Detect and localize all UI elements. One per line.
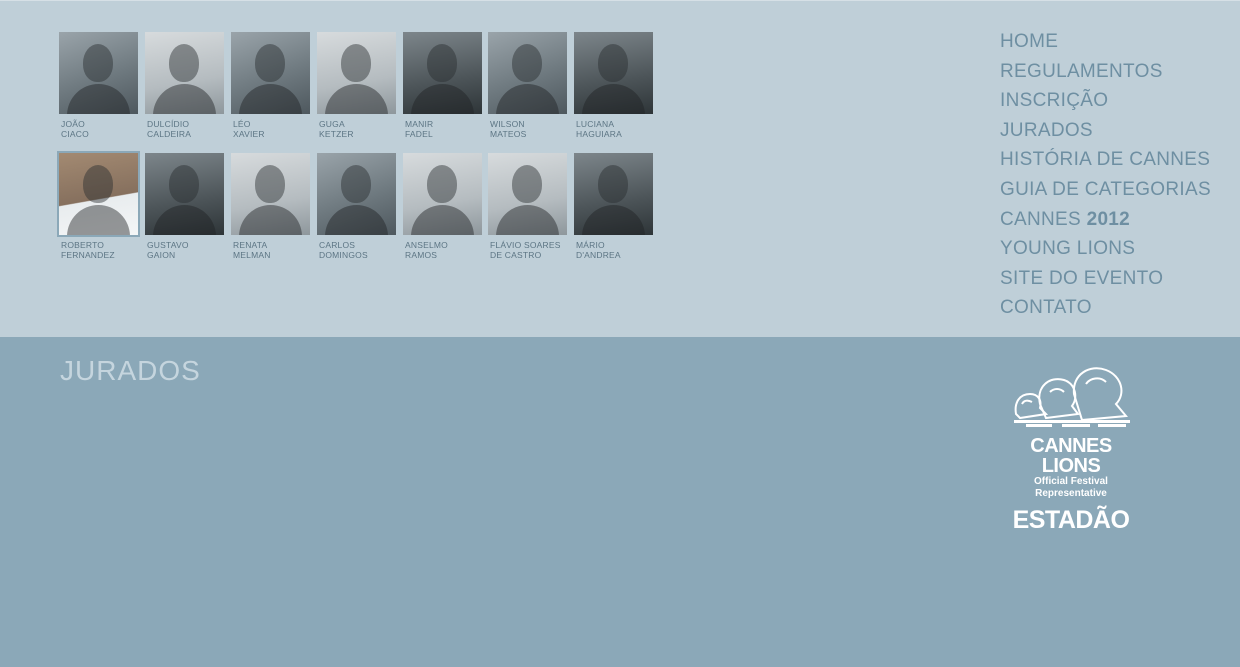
juror-photo[interactable] (57, 151, 140, 237)
nav-guia-de-categorias[interactable]: GUIA DE CATEGORIAS (1000, 175, 1220, 205)
juror-card[interactable]: DULCÍDIO CALDEIRA (145, 32, 224, 139)
juror-name: FLÁVIO SOARES DE CASTRO (490, 240, 561, 260)
juror-card[interactable]: MANIR FADEL (403, 32, 482, 139)
logo-sponsor: ESTADÃO (1012, 506, 1130, 534)
juror-photo[interactable] (403, 32, 482, 114)
jurors-row-1: JOÃO CIACO DULCÍDIO CALDEIRA LÉO XAVIER … (59, 32, 699, 144)
cannes-lions-logo[interactable]: CANNES LIONS Official Festival Represent… (1004, 364, 1138, 534)
juror-photo[interactable] (317, 153, 396, 235)
nav-site-do-evento[interactable]: SITE DO EVENTO (1000, 264, 1220, 294)
nav-jurados[interactable]: JURADOS (1000, 116, 1220, 146)
jurors-panel: JOÃO CIACO DULCÍDIO CALDEIRA LÉO XAVIER … (0, 0, 1240, 337)
nav-cannes-year: 2012 (1086, 208, 1131, 230)
jurors-row-2: ROBERTO FERNANDEZ GUSTAVO GAION RENATA M… (57, 151, 699, 265)
juror-name: MANIR FADEL (405, 119, 434, 139)
juror-card[interactable]: JOÃO CIACO (59, 32, 138, 139)
juror-name: DULCÍDIO CALDEIRA (147, 119, 192, 139)
nav-contato[interactable]: CONTATO (1000, 293, 1220, 323)
nav-cannes-2012[interactable]: CANNES 2012 (1000, 205, 1220, 235)
juror-name: GUSTAVO GAION (147, 240, 189, 260)
juror-photo[interactable] (488, 32, 567, 114)
nav-young-lions[interactable]: YOUNG LIONS (1000, 234, 1220, 264)
juror-photo[interactable] (145, 32, 224, 114)
juror-photo[interactable] (574, 32, 653, 114)
juror-name: WILSON MATEOS (490, 119, 527, 139)
nav-historia-de-cannes[interactable]: HISTÓRIA DE CANNES (1000, 145, 1220, 175)
juror-name: JOÃO CIACO (61, 119, 89, 139)
juror-photo[interactable] (145, 153, 224, 235)
juror-card[interactable]: GUGA KETZER (317, 32, 396, 139)
juror-name: LUCIANA HAGUIARA (576, 119, 622, 139)
juror-card[interactable]: ANSELMO RAMOS (403, 153, 482, 260)
lions-icon (1014, 367, 1130, 427)
nav-regulamentos[interactable]: REGULAMENTOS (1000, 57, 1220, 87)
juror-photo[interactable] (231, 153, 310, 235)
juror-card[interactable]: RENATA MELMAN (231, 153, 310, 260)
page-title: JURADOS (60, 355, 201, 386)
juror-name: ANSELMO RAMOS (405, 240, 448, 260)
juror-photo[interactable] (317, 32, 396, 114)
juror-name: ROBERTO FERNANDEZ (61, 240, 115, 260)
juror-card[interactable]: LUCIANA HAGUIARA (574, 32, 653, 139)
juror-photo[interactable] (231, 32, 310, 114)
juror-card[interactable]: CARLOS DOMINGOS (317, 153, 396, 260)
juror-name: RENATA MELMAN (233, 240, 271, 260)
juror-card[interactable]: MÁRIO D'ANDREA (574, 153, 653, 260)
juror-photo[interactable] (488, 153, 567, 235)
juror-card[interactable]: ROBERTO FERNANDEZ (57, 151, 140, 260)
juror-card[interactable]: LÉO XAVIER (231, 32, 310, 139)
logo-brand: CANNES LIONS (1030, 435, 1112, 477)
juror-card[interactable]: FLÁVIO SOARES DE CASTRO (488, 153, 567, 260)
juror-photo[interactable] (59, 32, 138, 114)
nav-home[interactable]: HOME (1000, 27, 1220, 57)
nav-inscricao[interactable]: INSCRIÇÃO (1000, 86, 1220, 116)
juror-card[interactable]: GUSTAVO GAION (145, 153, 224, 260)
main-nav: HOME REGULAMENTOS INSCRIÇÃO JURADOS HIST… (1000, 27, 1220, 323)
juror-card[interactable]: WILSON MATEOS (488, 32, 567, 139)
juror-name: GUGA KETZER (319, 119, 354, 139)
juror-name: MÁRIO D'ANDREA (576, 240, 621, 260)
juror-name: LÉO XAVIER (233, 119, 265, 139)
logo-tagline: Official Festival Representative (1034, 476, 1108, 499)
juror-photo[interactable] (574, 153, 653, 235)
juror-name: CARLOS DOMINGOS (319, 240, 368, 260)
nav-cannes-prefix: CANNES (1000, 208, 1081, 230)
juror-photo[interactable] (403, 153, 482, 235)
